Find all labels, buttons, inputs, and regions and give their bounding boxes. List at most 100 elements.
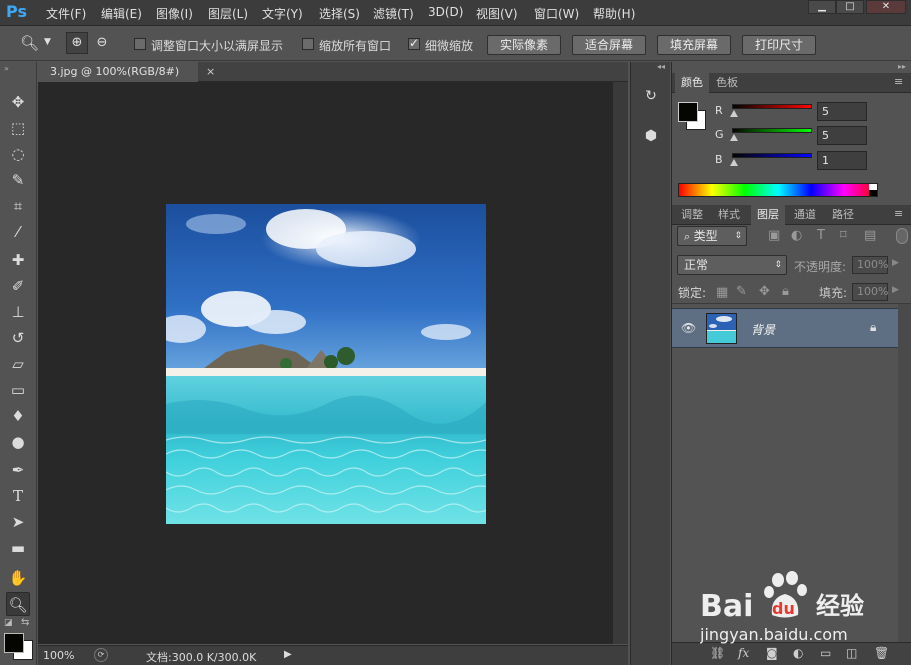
filter-adjustment-icon[interactable]: ◐ bbox=[791, 228, 802, 243]
tab-layers[interactable]: 图层 bbox=[751, 205, 785, 225]
filter-toggle[interactable] bbox=[896, 228, 908, 244]
tab-channels[interactable]: 通道 bbox=[788, 205, 822, 225]
zoom-level[interactable]: 100% bbox=[43, 649, 74, 662]
print-size-button[interactable]: 打印尺寸 bbox=[742, 35, 816, 55]
collapse-icon[interactable]: » bbox=[4, 64, 9, 73]
marquee-tool-icon[interactable]: ⬚ bbox=[6, 116, 30, 140]
swap-colors-icon[interactable]: ⇆ bbox=[21, 617, 29, 628]
status-info-icon[interactable]: ⟳ bbox=[94, 648, 108, 662]
blur-tool-icon[interactable]: ♦ bbox=[6, 404, 30, 428]
zoom-tool-preset-icon[interactable]: 🔍︎ bbox=[20, 34, 39, 52]
minimize-button[interactable]: ▁ bbox=[808, 0, 836, 14]
menu-image[interactable]: 图像(I) bbox=[156, 5, 193, 22]
zoom-tool-icon[interactable]: 🔍︎ bbox=[6, 592, 30, 616]
menu-3d[interactable]: 3D(D) bbox=[428, 5, 463, 19]
crop-tool-icon[interactable]: ⌗ bbox=[6, 194, 30, 218]
gradient-tool-icon[interactable]: ▭ bbox=[6, 378, 30, 402]
panels-collapse-icon[interactable]: ▸▸ bbox=[898, 62, 906, 71]
fit-screen-button[interactable]: 适合屏幕 bbox=[572, 35, 646, 55]
status-menu-arrow-icon[interactable]: ▶ bbox=[284, 649, 292, 660]
green-slider[interactable] bbox=[732, 128, 812, 133]
filter-shape-icon[interactable]: ⌑ bbox=[840, 228, 847, 243]
chevron-down-icon[interactable]: ▼ bbox=[44, 37, 51, 47]
tab-styles[interactable]: 样式 bbox=[712, 205, 746, 225]
status-bar: 100% ⟳ 文档:300.0 K/300.0K ▶ bbox=[38, 645, 628, 665]
actual-pixels-button[interactable]: 实际像素 bbox=[487, 35, 561, 55]
blue-slider-thumb[interactable] bbox=[730, 159, 738, 166]
fill-field[interactable]: 100% bbox=[852, 283, 888, 301]
resize-windows-checkbox[interactable] bbox=[134, 38, 146, 50]
lock-transparent-icon[interactable]: ▦ bbox=[716, 285, 728, 300]
eye-visibility-icon[interactable]: 👁︎ bbox=[681, 321, 696, 335]
eyedropper-tool-icon[interactable]: ⁄ bbox=[6, 220, 30, 244]
document-image[interactable] bbox=[166, 204, 486, 524]
filter-type-icon[interactable]: T bbox=[817, 228, 825, 243]
maximize-button[interactable]: □ bbox=[836, 0, 864, 14]
green-value-field[interactable]: 5 bbox=[817, 126, 867, 145]
zoom-out-icon[interactable]: ⊖ bbox=[92, 33, 112, 53]
blue-slider[interactable] bbox=[732, 153, 812, 158]
lasso-tool-icon[interactable]: ◌ bbox=[6, 142, 30, 166]
3d-panel-icon[interactable]: ⬢ bbox=[638, 124, 664, 148]
clone-stamp-tool-icon[interactable]: ⊥ bbox=[6, 300, 30, 324]
opacity-arrow-icon[interactable]: ▶ bbox=[892, 258, 899, 268]
move-tool-icon[interactable]: ✥ bbox=[6, 90, 30, 114]
dodge-tool-icon[interactable]: ● bbox=[6, 430, 30, 454]
tab-color[interactable]: 颜色 bbox=[675, 73, 709, 93]
panel-menu-icon[interactable]: ≡ bbox=[894, 75, 903, 88]
foreground-color-swatch[interactable] bbox=[4, 633, 24, 653]
tab-paths[interactable]: 路径 bbox=[826, 205, 860, 225]
filter-pixel-icon[interactable]: ▣ bbox=[768, 228, 780, 243]
filter-smart-object-icon[interactable]: ▤ bbox=[864, 228, 876, 243]
path-selection-tool-icon[interactable]: ➤ bbox=[6, 510, 30, 534]
dock-collapse-icon[interactable]: ◂◂ bbox=[657, 62, 665, 71]
rectangle-tool-icon[interactable]: ▬ bbox=[6, 536, 30, 560]
document-tab[interactable]: 3.jpg @ 100%(RGB/8#) bbox=[38, 62, 198, 82]
red-slider[interactable] bbox=[732, 104, 812, 109]
menu-file[interactable]: 文件(F) bbox=[46, 5, 86, 22]
history-brush-tool-icon[interactable]: ↺ bbox=[6, 326, 30, 350]
green-slider-thumb[interactable] bbox=[730, 134, 738, 141]
healing-brush-tool-icon[interactable]: ✚ bbox=[6, 248, 30, 272]
close-document-icon[interactable]: × bbox=[206, 62, 215, 82]
blue-value-field[interactable]: 1 bbox=[817, 151, 867, 170]
menu-edit[interactable]: 编辑(E) bbox=[101, 5, 142, 22]
zoom-all-windows-checkbox[interactable] bbox=[302, 38, 314, 50]
lock-position-icon[interactable]: ✥ bbox=[759, 284, 770, 299]
foreground-swatch[interactable] bbox=[678, 102, 698, 122]
menu-type[interactable]: 文字(Y) bbox=[262, 5, 303, 22]
layer-filter-dropdown[interactable]: ⌕ 类型 ⇕ bbox=[677, 226, 747, 246]
brush-tool-icon[interactable]: ✐ bbox=[6, 274, 30, 298]
hand-tool-icon[interactable]: ✋ bbox=[6, 566, 30, 590]
close-button[interactable]: ✕ bbox=[866, 0, 906, 14]
menu-window[interactable]: 窗口(W) bbox=[534, 5, 579, 22]
color-spectrum-bar[interactable] bbox=[678, 183, 878, 197]
red-slider-thumb[interactable] bbox=[730, 110, 738, 117]
tab-adjustments[interactable]: 调整 bbox=[675, 205, 709, 225]
fill-arrow-icon[interactable]: ▶ bbox=[892, 285, 899, 295]
pen-tool-icon[interactable]: ✒ bbox=[6, 458, 30, 482]
vertical-scrollbar[interactable] bbox=[613, 82, 628, 644]
quick-selection-tool-icon[interactable]: ✎ bbox=[6, 168, 30, 192]
zoom-in-icon[interactable]: ⊕ bbox=[66, 32, 88, 54]
type-tool-icon[interactable]: T bbox=[6, 484, 30, 508]
menu-layer[interactable]: 图层(L) bbox=[208, 5, 248, 22]
tab-swatches[interactable]: 色板 bbox=[710, 73, 744, 93]
layer-row-background[interactable]: 👁︎ 背景 🔒︎ bbox=[672, 308, 898, 348]
history-panel-icon[interactable]: ↻ bbox=[638, 84, 664, 108]
lock-image-icon[interactable]: ✎ bbox=[736, 284, 747, 299]
default-colors-icon[interactable]: ◪ bbox=[4, 618, 13, 628]
scrubby-zoom-checkbox[interactable] bbox=[408, 36, 420, 50]
fill-screen-button[interactable]: 填充屏幕 bbox=[657, 35, 731, 55]
layers-panel-menu-icon[interactable]: ≡ bbox=[894, 207, 903, 220]
lock-all-icon[interactable]: 🔒︎ bbox=[782, 284, 789, 299]
menu-help[interactable]: 帮助(H) bbox=[593, 5, 635, 22]
blend-mode-dropdown[interactable]: 正常 ⇕ bbox=[677, 255, 787, 275]
red-value-field[interactable]: 5 bbox=[817, 102, 867, 121]
menu-filter[interactable]: 滤镜(T) bbox=[373, 5, 414, 22]
menu-select[interactable]: 选择(S) bbox=[319, 5, 360, 22]
eraser-tool-icon[interactable]: ▱ bbox=[6, 352, 30, 376]
layer-name[interactable]: 背景 bbox=[751, 321, 775, 338]
menu-view[interactable]: 视图(V) bbox=[476, 5, 518, 22]
opacity-field[interactable]: 100% bbox=[852, 256, 888, 274]
